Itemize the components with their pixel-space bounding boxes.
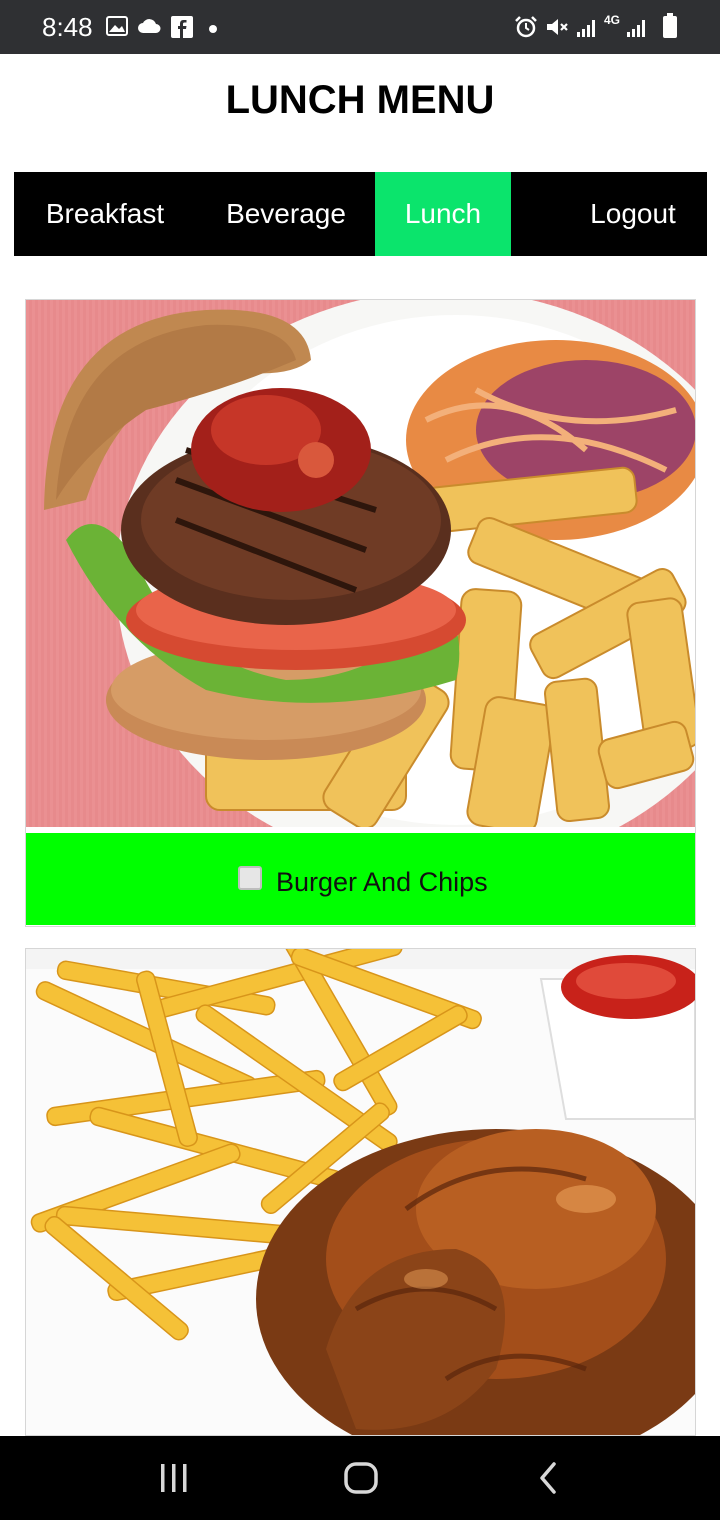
menu-card-chicken bbox=[25, 948, 696, 1436]
nav-item-breakfast[interactable]: Breakfast bbox=[14, 172, 196, 256]
home-icon[interactable] bbox=[342, 1458, 380, 1498]
signal-icon bbox=[577, 20, 595, 37]
facebook-icon bbox=[171, 16, 193, 38]
battery-icon bbox=[663, 13, 677, 38]
menu-item-caption: Burger And Chips bbox=[26, 833, 695, 925]
chicken-and-chips-image[interactable] bbox=[26, 949, 695, 1436]
menu-item-checkbox[interactable] bbox=[238, 866, 262, 890]
status-bar: 8:48 4G bbox=[0, 0, 720, 54]
dot-icon bbox=[209, 25, 217, 33]
4g-icon: 4G bbox=[604, 13, 621, 27]
page-title: LUNCH MENU bbox=[225, 78, 495, 122]
menu-nav-bar: Breakfast Beverage Lunch Logout bbox=[14, 172, 707, 256]
alarm-icon bbox=[515, 16, 537, 38]
back-icon[interactable] bbox=[534, 1458, 564, 1498]
image-icon bbox=[106, 16, 128, 36]
system-nav-bar bbox=[0, 1436, 720, 1520]
nav-item-beverage[interactable]: Beverage bbox=[210, 172, 362, 256]
signal-icon bbox=[627, 20, 645, 37]
menu-card-burger: Burger And Chips bbox=[25, 299, 696, 927]
menu-item-label: Burger And Chips bbox=[276, 867, 488, 897]
status-time: 8:48 bbox=[42, 12, 93, 42]
nav-item-logout[interactable]: Logout bbox=[564, 172, 702, 256]
nav-item-lunch[interactable]: Lunch bbox=[375, 172, 511, 256]
burger-and-chips-image[interactable] bbox=[26, 300, 695, 827]
recent-apps-icon[interactable] bbox=[158, 1458, 190, 1498]
cloud-icon bbox=[138, 19, 161, 33]
mute-icon bbox=[547, 19, 568, 35]
